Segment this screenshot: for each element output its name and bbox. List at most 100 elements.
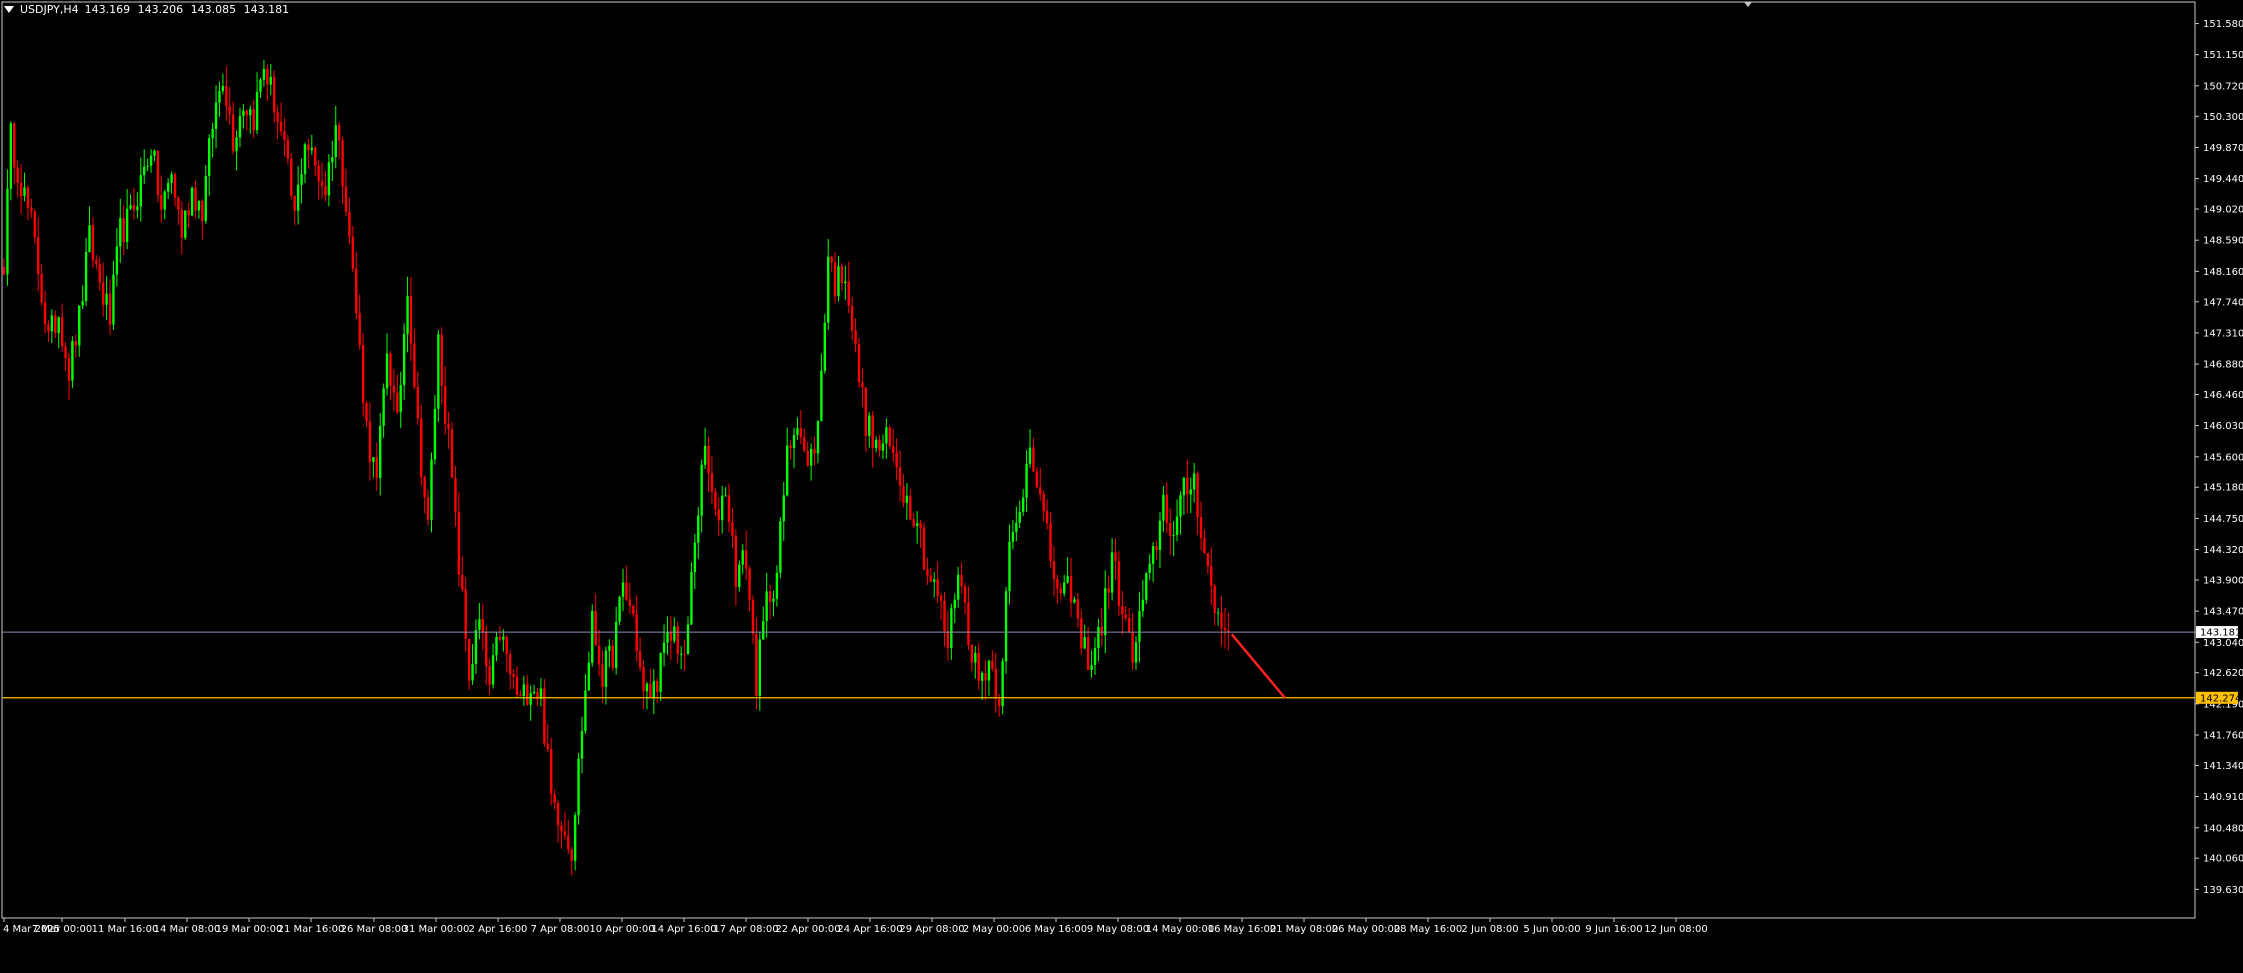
candle <box>228 86 231 125</box>
candle-body <box>406 296 409 334</box>
candle <box>1004 586 1008 674</box>
candle <box>454 466 457 527</box>
candle-body <box>358 313 361 345</box>
candle <box>447 411 450 449</box>
candle <box>943 591 946 647</box>
candle <box>594 594 597 646</box>
candle <box>608 639 611 668</box>
candle-body <box>1162 494 1165 521</box>
candle-body <box>119 218 122 247</box>
candle <box>259 77 262 99</box>
candle-body <box>751 599 755 634</box>
candle <box>430 452 433 533</box>
candle-body <box>122 218 125 243</box>
candle-body <box>1107 588 1110 593</box>
candle <box>160 175 163 223</box>
projection-trendline[interactable] <box>1230 633 1286 699</box>
candle <box>707 436 710 493</box>
candle <box>488 658 491 695</box>
candle-body <box>823 322 826 371</box>
candle <box>1114 538 1117 581</box>
candle <box>64 342 67 371</box>
candle-body <box>573 815 577 861</box>
x-tick-label: 14 Apr 16:00 <box>651 924 716 935</box>
candle <box>724 487 727 497</box>
candle <box>1028 429 1032 468</box>
candle <box>1107 575 1110 610</box>
y-tick-label: 144.320 <box>2203 545 2243 556</box>
candle-body <box>242 110 245 117</box>
candle <box>543 678 546 747</box>
dropdown-triangle-icon[interactable] <box>4 6 14 13</box>
candle <box>837 256 840 302</box>
candle <box>13 122 16 185</box>
candle <box>895 438 898 481</box>
candle <box>809 443 813 481</box>
chart-window[interactable]: 151.580 151.150 150.720 150.300 149.870 149.4… <box>0 0 2243 969</box>
candle-body <box>6 188 9 275</box>
candle-body <box>440 334 443 386</box>
candle <box>9 121 13 201</box>
candle-body <box>1015 522 1018 532</box>
candle-body <box>153 150 156 156</box>
candle <box>806 441 809 467</box>
candle <box>751 595 755 644</box>
x-tick-label: 21 May 08:00 <box>1270 924 1339 935</box>
candle-body <box>580 730 584 759</box>
candle <box>95 255 98 270</box>
candle <box>23 172 26 202</box>
candle <box>221 73 225 95</box>
candle-body <box>638 651 642 668</box>
candle <box>122 205 125 256</box>
candle-body <box>310 147 313 151</box>
candle <box>1192 462 1196 503</box>
candle-body <box>166 182 170 192</box>
candle-body <box>173 174 177 198</box>
candle <box>331 140 334 182</box>
candle-body <box>443 385 447 424</box>
candle <box>874 436 878 453</box>
candle-body <box>194 187 197 211</box>
candle-body <box>50 315 54 332</box>
candle-body <box>269 76 272 85</box>
candle-body <box>854 330 857 345</box>
candle-body <box>43 302 47 325</box>
candle-body <box>847 281 850 306</box>
candle-body <box>560 825 563 832</box>
candle-body <box>495 636 498 656</box>
candle <box>290 153 293 200</box>
candle <box>166 178 170 199</box>
candle <box>618 595 621 626</box>
candle-body <box>1179 495 1182 517</box>
candle-body <box>1189 489 1192 495</box>
candle-body <box>936 579 939 596</box>
candle-body <box>416 386 420 419</box>
candle-body <box>279 121 283 132</box>
candle <box>382 383 385 438</box>
candle-body <box>1001 661 1004 706</box>
candle-body <box>303 144 307 175</box>
candle-body <box>129 205 132 209</box>
candle <box>88 206 91 253</box>
candle-body <box>926 568 929 576</box>
candle-body <box>146 165 149 167</box>
candle-body <box>40 273 43 303</box>
chart-shift-marker-icon[interactable] <box>1744 2 1752 7</box>
candle <box>307 138 310 169</box>
candle <box>491 643 495 689</box>
candle-body <box>864 387 868 436</box>
candle <box>570 846 573 876</box>
x-tick-label: 31 Mar 00:00 <box>403 924 470 935</box>
candle-body <box>1104 588 1107 636</box>
candle <box>190 186 194 217</box>
candle <box>6 169 9 286</box>
candle-body <box>796 428 799 435</box>
candle-body <box>799 428 803 438</box>
candle-body <box>861 382 864 388</box>
y-tick-label: 140.480 <box>2203 823 2243 834</box>
candle-body <box>946 631 950 649</box>
candle <box>392 368 396 412</box>
candle-body <box>779 521 782 573</box>
price-chart[interactable]: 151.580 151.150 150.720 150.300 149.870 149.4… <box>0 0 2243 969</box>
candle <box>317 160 320 200</box>
